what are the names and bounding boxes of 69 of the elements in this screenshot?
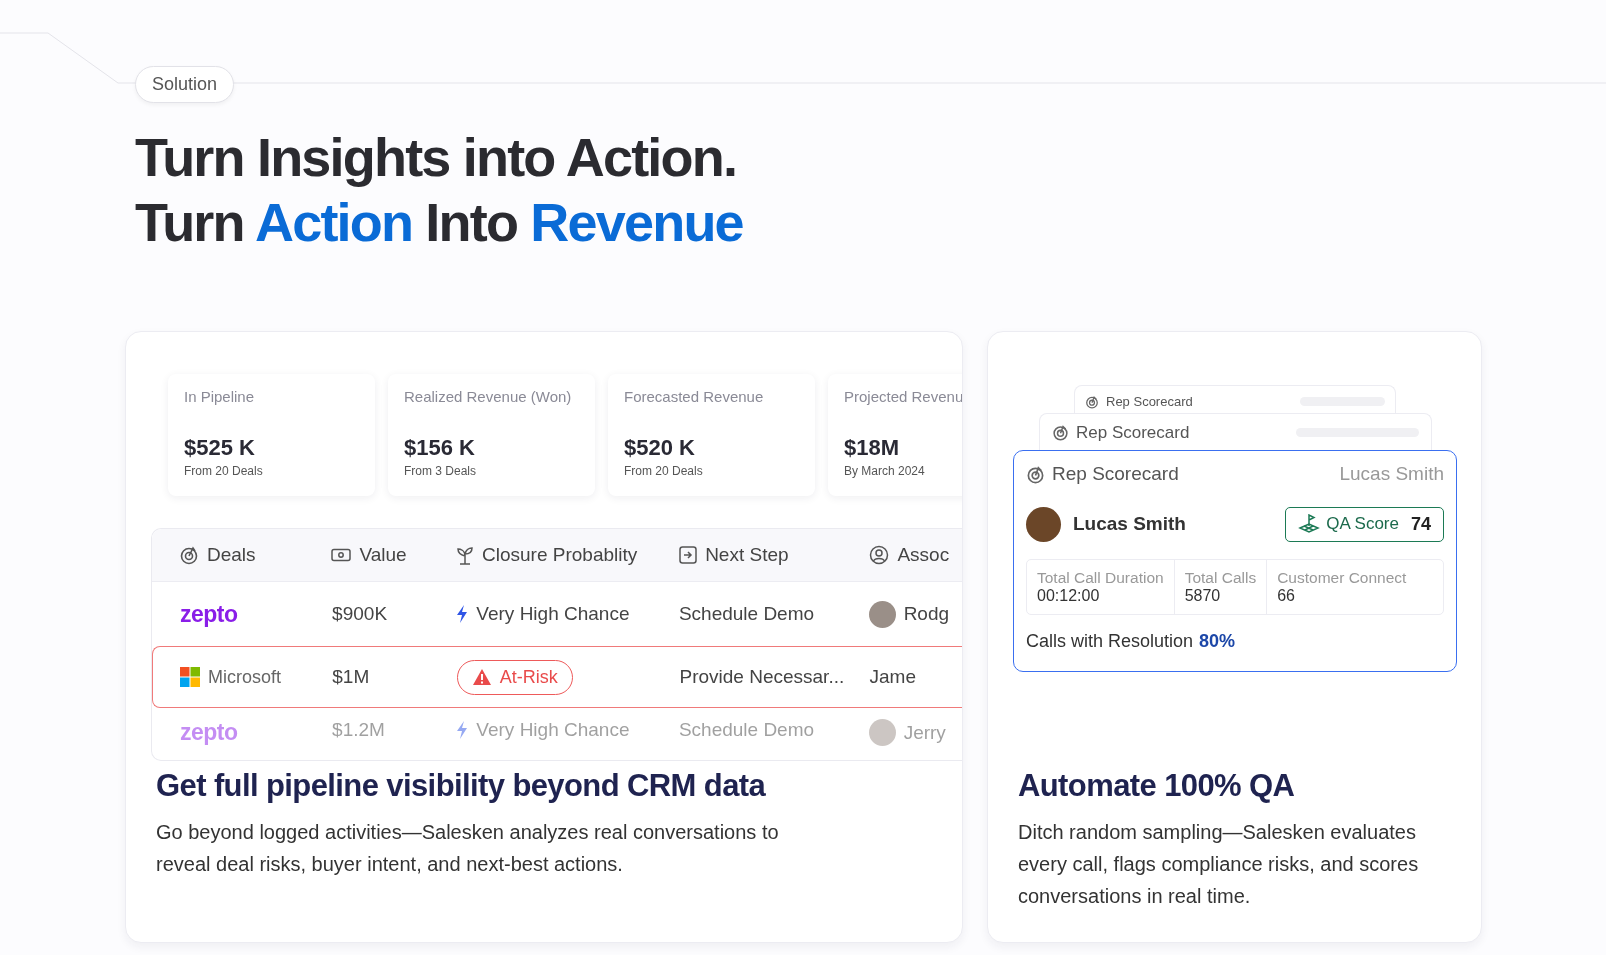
rep-name: Lucas Smith <box>1073 513 1186 535</box>
company-logo: zepto <box>180 719 238 746</box>
target-icon <box>1085 394 1099 409</box>
stat-value: 5870 <box>1184 587 1222 605</box>
closure-text: Very High Chance <box>476 719 630 741</box>
stat-value: 66 <box>1277 587 1296 605</box>
metric-note: From 20 Deals <box>624 464 704 478</box>
deal-value: $900K <box>332 603 388 625</box>
deal-value: $1M <box>332 666 370 688</box>
card-description: Ditch random sampling—Salesken evaluates every call, flags compliance risks, and scores conversations in real time. <box>1018 820 1420 909</box>
metric-label: Forecasted Revenue <box>624 388 765 405</box>
target-icon <box>179 545 199 565</box>
card-description: Go beyond logged activities—Salesken analyzes real conversations to reveal deal risks, buyer intent, and next-best actions. <box>156 820 780 877</box>
metric-label: In Pipeline <box>184 388 256 405</box>
lightning-icon <box>456 721 469 739</box>
avatar <box>868 719 896 746</box>
stat-value: 00:12:00 <box>1037 587 1101 605</box>
target-icon <box>1052 424 1069 441</box>
column-header: Assoc <box>897 544 950 566</box>
next-step: Schedule Demo <box>678 719 815 741</box>
sprout-icon <box>456 545 474 565</box>
metric-value: $18M <box>844 435 901 461</box>
person-name: Rodg <box>903 603 950 625</box>
scorecard-title: Rep Scorecard <box>1052 463 1179 485</box>
avatar <box>1026 506 1061 542</box>
qa-value: 74 <box>1410 513 1431 535</box>
metric-note: By March 2024 <box>844 464 926 478</box>
metric-value: $520 K <box>624 435 696 461</box>
qa-label: QA Score <box>1326 514 1399 534</box>
stat-label: Total Call Duration <box>1037 569 1164 587</box>
person-name: Jame <box>869 666 916 688</box>
metric-note: From 3 Deals <box>404 464 478 478</box>
company-logo: zepto <box>180 600 238 628</box>
next-step: Provide Necessar... <box>679 666 845 688</box>
resolution-label: Calls with Resolution <box>1026 631 1194 652</box>
card-title: Automate 100% QA <box>1018 768 1296 804</box>
column-header: Closure Probablity <box>482 544 638 566</box>
column-header: Deals <box>207 544 256 566</box>
lightning-icon <box>456 605 469 623</box>
stat-label: Total Calls <box>1184 569 1257 587</box>
column-header: Value <box>359 544 407 566</box>
metric-label: Projected Revenu <box>844 388 962 405</box>
next-step: Schedule Demo <box>678 603 815 625</box>
metric-note: From 20 Deals <box>184 464 264 478</box>
headline: Turn Insights into Action. <box>135 126 737 189</box>
user-icon <box>869 545 890 565</box>
arrow-box-icon <box>679 546 698 564</box>
flag-icon <box>1298 514 1321 534</box>
stat-label: Customer Connect <box>1277 569 1407 587</box>
money-icon <box>331 548 352 562</box>
headline: Turn Action Into Revenue <box>135 191 743 254</box>
resolution-value: 80% <box>1199 631 1236 652</box>
person-name: Jerry <box>903 721 946 744</box>
avatar <box>868 600 896 628</box>
column-header: Next Step <box>705 544 789 566</box>
metric-value: $156 K <box>404 435 476 461</box>
card-title: Get full pipeline visibility beyond CRM data <box>156 768 767 804</box>
metric-value: $525 K <box>184 435 256 461</box>
scorecard-title: Rep Scorecard <box>1076 422 1190 443</box>
metric-label: Realized Revenue (Won) <box>404 388 573 405</box>
rep-label: Lucas Smith <box>1339 463 1444 485</box>
four-squares-icon <box>180 667 200 687</box>
closure-text: Very High Chance <box>476 603 630 625</box>
target-icon <box>1026 464 1045 484</box>
warning-icon <box>471 668 492 686</box>
scorecard-title: Rep Scorecard <box>1106 394 1193 409</box>
deal-value: $1.2M <box>332 719 385 741</box>
company-name: Microsoft <box>208 666 281 688</box>
section-tag: Solution <box>135 66 235 103</box>
